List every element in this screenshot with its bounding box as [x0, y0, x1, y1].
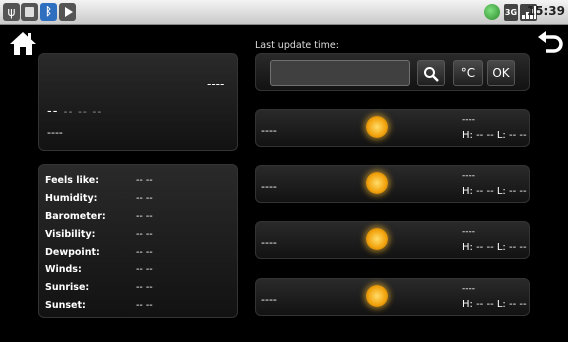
sun-icon [366, 228, 388, 250]
forecast-row [255, 278, 530, 316]
search-icon [424, 67, 439, 82]
detail-label-sunset: Sunset: [45, 300, 86, 311]
detail-value-barometer: -- -- [136, 211, 153, 222]
forecast-high-low: H: -- -- L: -- -- [462, 299, 527, 310]
detail-value-visibility: -- -- [136, 229, 153, 240]
forecast-row [255, 165, 530, 203]
detail-label-feels-like: Feels like: [45, 175, 100, 186]
detail-label-winds: Winds: [45, 264, 82, 275]
forecast-row [255, 221, 530, 259]
current-temperature: -- -- -- -- [47, 104, 102, 119]
network-3g-icon: 3G [504, 4, 518, 21]
sun-icon [366, 116, 388, 138]
play-icon [59, 3, 76, 21]
sync-icon [484, 4, 500, 20]
current-location: ---- [207, 77, 225, 91]
detail-value-sunset: -- -- [136, 300, 153, 311]
detail-label-visibility: Visibility: [45, 229, 96, 240]
forecast-row [255, 109, 530, 147]
forecast-day: ---- [261, 293, 277, 306]
location-search-input[interactable] [270, 60, 410, 86]
detail-value-dewpoint: -- -- [136, 247, 153, 258]
current-temp-main: -- [47, 104, 59, 119]
detail-label-sunrise: Sunrise: [45, 282, 90, 293]
forecast-condition: ---- [462, 227, 475, 237]
forecast-day: ---- [261, 236, 277, 249]
forecast-condition: ---- [462, 284, 475, 294]
current-weather-panel [38, 53, 238, 151]
forecast-high-low: H: -- -- L: -- -- [462, 186, 527, 197]
usb-debug-icon: ψ [3, 3, 20, 21]
back-icon[interactable] [537, 30, 563, 54]
status-bar: ψ ᛒ 3G 15:39 [0, 0, 568, 25]
forecast-condition: ---- [462, 115, 475, 125]
current-temp-secondary: -- -- -- [63, 105, 103, 118]
detail-label-dewpoint: Dewpoint: [45, 247, 100, 258]
detail-value-humidity: -- -- [136, 193, 153, 204]
search-button[interactable] [417, 60, 445, 86]
forecast-day: ---- [261, 180, 277, 193]
home-icon[interactable] [9, 30, 37, 56]
clock: 15:39 [526, 4, 565, 18]
forecast-high-low: H: -- -- L: -- -- [462, 130, 527, 141]
sd-card-icon [21, 3, 38, 21]
unit-toggle-button[interactable]: °C [453, 60, 483, 86]
ok-button[interactable]: OK [487, 60, 515, 86]
detail-label-barometer: Barometer: [45, 211, 106, 222]
current-condition: ---- [47, 126, 63, 139]
detail-label-humidity: Humidity: [45, 193, 98, 204]
forecast-condition: ---- [462, 171, 475, 181]
forecast-day: ---- [261, 124, 277, 137]
sun-icon [366, 285, 388, 307]
detail-value-sunrise: -- -- [136, 282, 153, 293]
sun-icon [366, 172, 388, 194]
last-update-label: Last update time: [255, 40, 339, 51]
detail-value-winds: -- -- [136, 264, 153, 275]
bluetooth-icon: ᛒ [40, 3, 57, 21]
forecast-high-low: H: -- -- L: -- -- [462, 242, 527, 253]
detail-value-feels-like: -- -- [136, 175, 153, 186]
details-panel [38, 164, 238, 318]
